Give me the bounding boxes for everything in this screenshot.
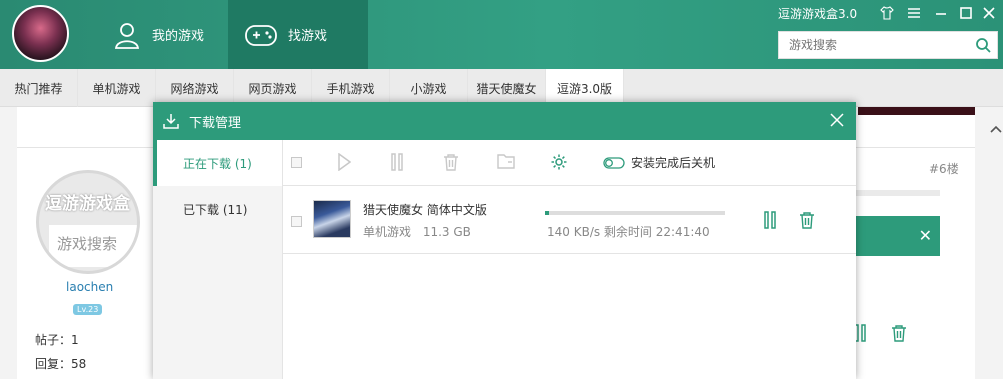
minimize-icon (936, 13, 946, 15)
download-status: 140 KB/s 剩余时间 22:41:40 (547, 225, 710, 239)
dialog-header: 下载管理 (153, 102, 856, 140)
app-title: 逗游游戏盒3.0 (778, 7, 858, 21)
trash-icon (892, 325, 906, 342)
game-meta: 单机游戏 11.3 GB (363, 223, 471, 240)
nav-find-games-label: 找游戏 (288, 29, 328, 44)
dialog-close-button[interactable] (828, 111, 846, 129)
shirt-icon (880, 6, 894, 20)
dialog-title: 下载管理 (189, 115, 242, 131)
nav-my-games[interactable]: 我的游戏 (100, 0, 228, 69)
trash-icon (800, 212, 814, 229)
download-progress-bar (545, 211, 725, 215)
settings-button[interactable] (550, 153, 568, 171)
profile-avatar[interactable]: 逗游游戏盒 游戏搜索 (36, 170, 140, 274)
download-toolbar: 安装完成后关机 (283, 140, 856, 186)
pause-download-button[interactable] (763, 211, 777, 232)
menu-button[interactable] (905, 4, 923, 22)
user-icon (114, 22, 140, 49)
bg-row-actions (853, 324, 907, 342)
download-manager-dialog: 下载管理 正在下载 (1) 已下载 (11) 安装完成后关机 猎天使魔女 简体中… (153, 102, 856, 379)
username-link[interactable]: laochen (66, 280, 113, 294)
floor-number: #6楼 (929, 162, 959, 176)
profile-banner-top: 逗游游戏盒 (45, 194, 130, 214)
row-actions (763, 211, 815, 232)
skin-button[interactable] (878, 4, 896, 22)
bg-dialog-header: ✕ (855, 216, 940, 256)
close-icon (830, 113, 844, 127)
maximize-icon (960, 7, 972, 19)
minimize-button[interactable] (932, 4, 950, 22)
maximize-button[interactable] (957, 4, 975, 22)
user-avatar[interactable] (12, 5, 69, 62)
tab-hot[interactable]: 热门推荐 (0, 69, 78, 107)
search-input[interactable] (779, 38, 969, 52)
profile-banner-bottom: 游戏搜索 (49, 225, 137, 267)
nav-my-games-label: 我的游戏 (152, 29, 205, 44)
tab-single-player[interactable]: 单机游戏 (78, 69, 156, 107)
close-icon (983, 7, 995, 19)
download-icon (163, 114, 179, 129)
game-category: 单机游戏 (363, 225, 412, 239)
bg-close-icon: ✕ (918, 226, 932, 245)
download-progress-fill (545, 211, 549, 215)
search-box (778, 31, 998, 59)
close-window-button[interactable] (980, 4, 998, 22)
folder-icon (497, 154, 515, 169)
delete-all-button[interactable] (443, 153, 459, 171)
post-count: 帖子：1 (35, 333, 79, 347)
reply-count: 回复：58 (35, 357, 87, 371)
bg-progress-line (855, 190, 940, 196)
scroll-up-icon[interactable] (990, 122, 1002, 136)
play-icon (338, 153, 351, 171)
gamepad-icon (245, 24, 277, 46)
top-header: 我的游戏 找游戏 逗游游戏盒3.0 (0, 0, 1003, 69)
search-icon (976, 38, 991, 53)
shutdown-option: 安装完成后关机 (603, 154, 715, 171)
sidebar-item-downloading[interactable]: 正在下载 (1) (153, 140, 282, 186)
shutdown-label: 安装完成后关机 (631, 156, 716, 170)
start-button[interactable] (337, 153, 351, 171)
delete-download-button[interactable] (799, 211, 815, 232)
nav-find-games[interactable]: 找游戏 (228, 0, 368, 69)
dialog-sidebar: 正在下载 (1) 已下载 (11) (153, 140, 283, 379)
trash-icon (444, 154, 458, 171)
search-button[interactable] (969, 37, 997, 53)
game-thumbnail (313, 200, 351, 238)
menu-icon (908, 8, 920, 18)
open-folder-button[interactable] (497, 153, 515, 169)
gear-icon (551, 154, 567, 170)
sidebar-item-downloaded[interactable]: 已下载 (11) (153, 186, 282, 232)
pause-icon (391, 153, 403, 171)
row-checkbox[interactable] (291, 216, 302, 227)
select-all-checkbox[interactable] (291, 157, 302, 168)
game-size: 11.3 GB (422, 225, 471, 239)
download-list-panel: 安装完成后关机 猎天使魔女 简体中文版 单机游戏 11.3 GB 140 KB/… (283, 140, 856, 379)
game-name: 猎天使魔女 简体中文版 (363, 203, 487, 217)
pause-all-button[interactable] (390, 153, 404, 171)
download-row: 猎天使魔女 简体中文版 单机游戏 11.3 GB 140 KB/s 剩余时间 2… (283, 186, 856, 254)
pause-icon (764, 211, 776, 229)
toggle-switch[interactable] (603, 156, 625, 169)
level-badge: Lv.23 (73, 304, 103, 315)
banner-strip (858, 107, 975, 115)
